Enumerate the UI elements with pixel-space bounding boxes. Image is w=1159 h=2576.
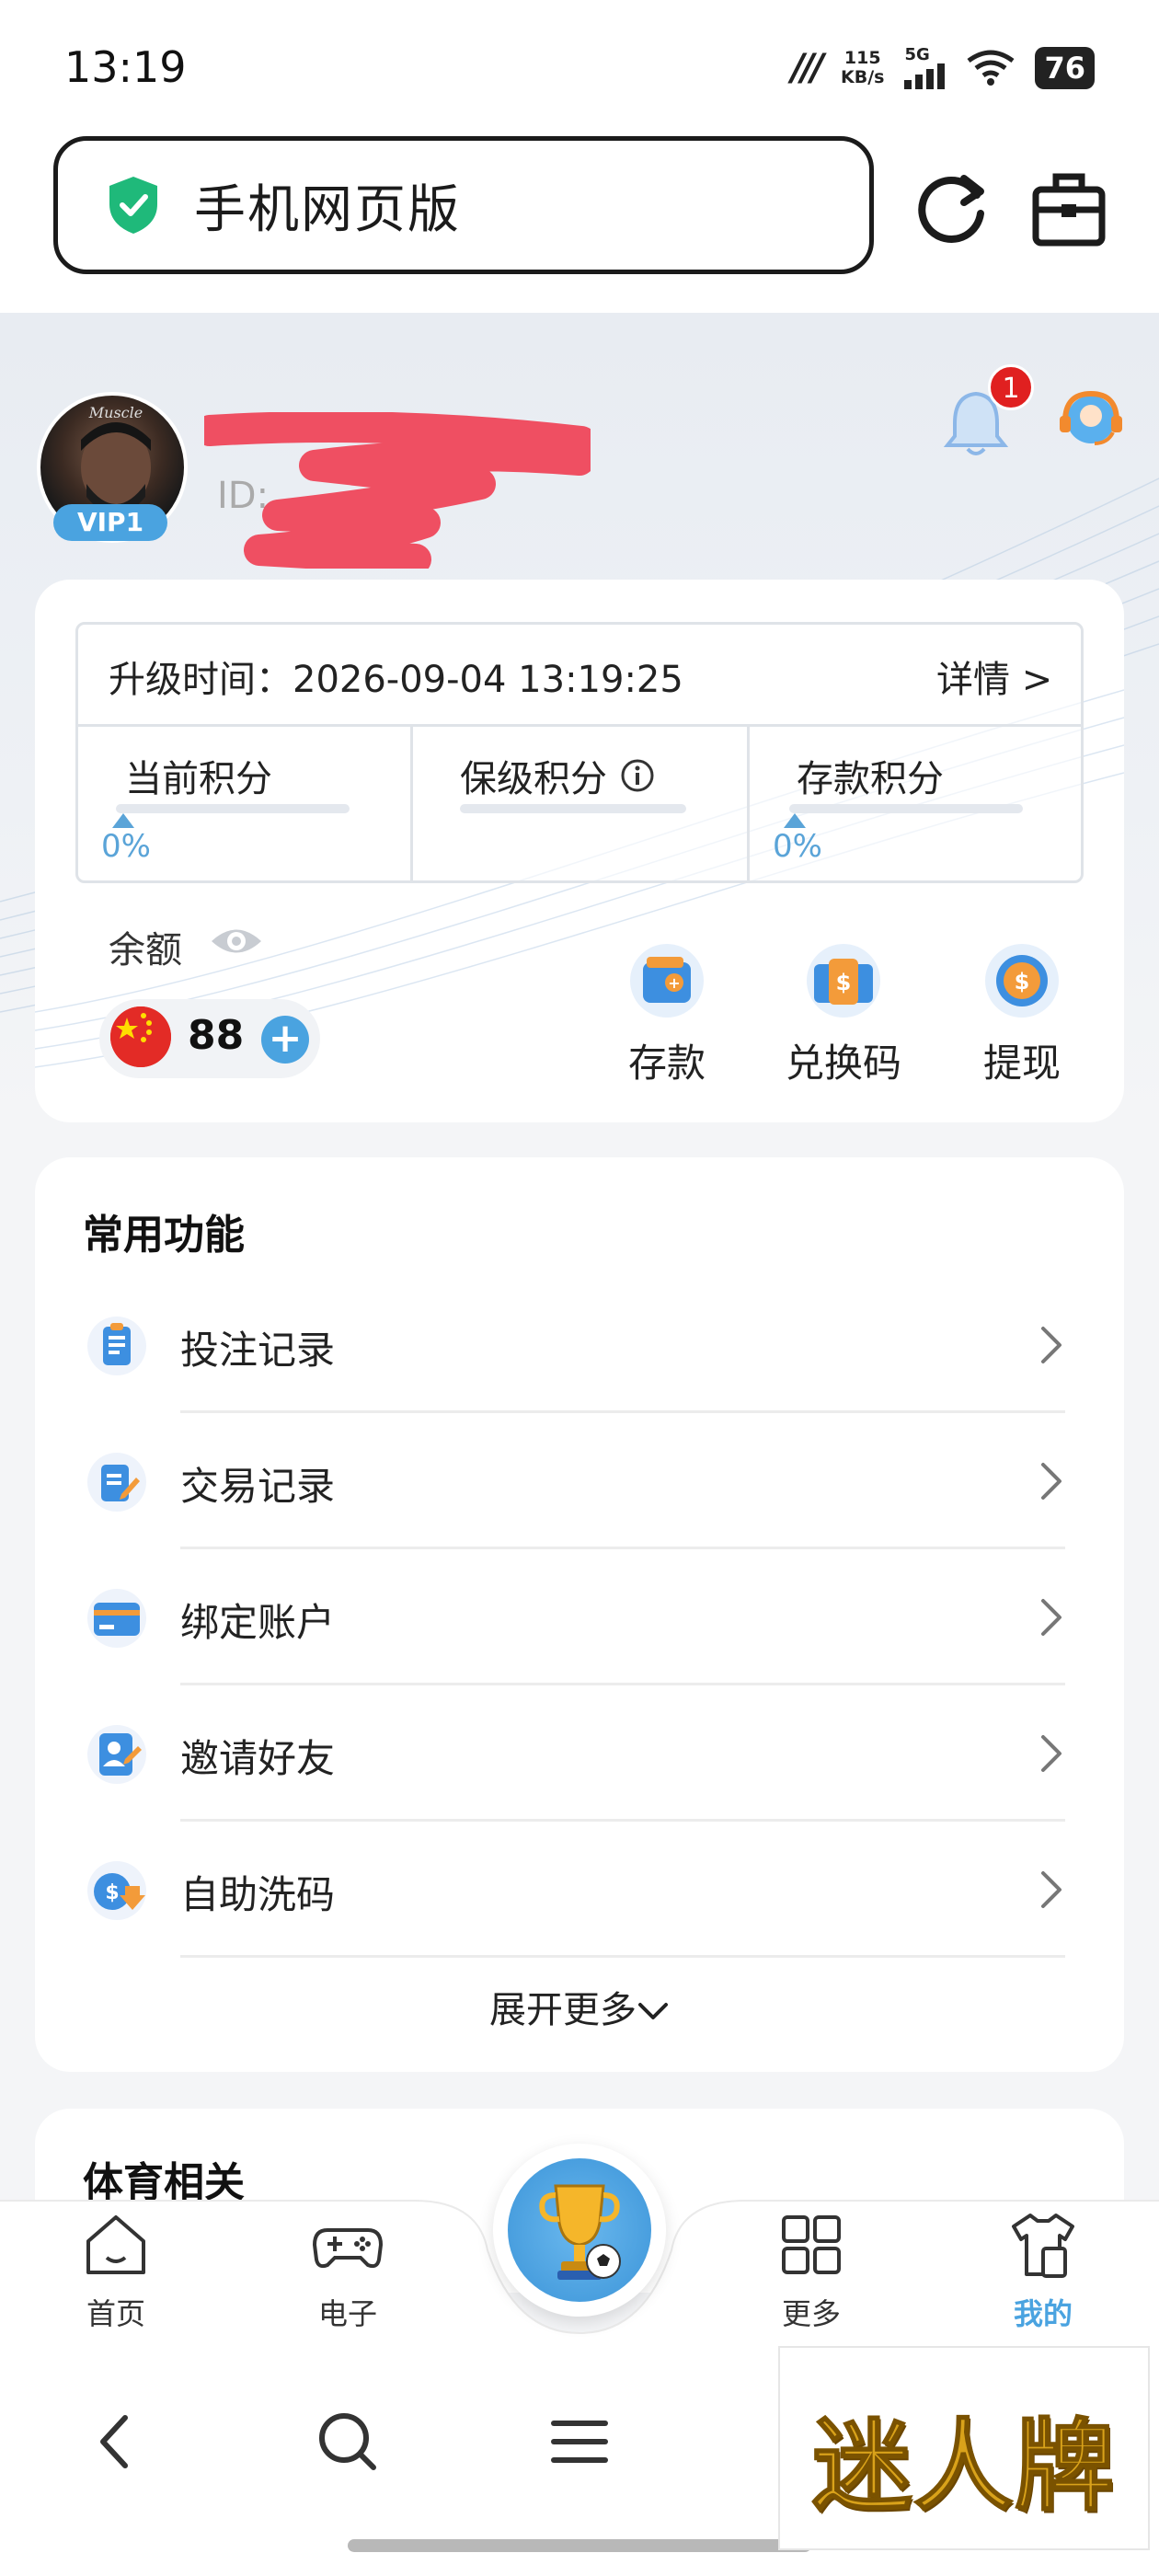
chevron-right-icon [1041,1599,1061,1636]
current-points-bar [116,804,350,813]
trophy-icon [539,2184,621,2280]
back-icon[interactable] [79,2405,153,2478]
svg-text:Muscle: Muscle [88,404,143,421]
tab-electronic[interactable]: 电子 [283,2208,412,2333]
withdraw-button[interactable]: $ 提现 [962,942,1082,1088]
chevron-right-icon [1041,1327,1061,1363]
list-item-self-rebate[interactable]: $ 自助洗码 [35,1822,1124,1958]
redeem-code-label: 兑换码 [785,1041,901,1086]
notification-count-badge: 1 [988,364,1034,410]
toolbox-icon[interactable] [1030,169,1107,248]
deposit-button[interactable]: + 存款 [607,942,727,1088]
customer-service-icon[interactable] [1056,385,1126,454]
status-icons: /// 115 KB/s 5G 76 [791,42,1095,94]
china-flag-icon [110,1006,171,1067]
center-button-inner [508,2158,651,2302]
list-item-bind-account[interactable]: 绑定账户 [35,1549,1124,1685]
list-item-label: 邀请好友 [180,1736,336,1781]
details-link[interactable]: 详情 > [936,650,1052,703]
keep-points-bar [460,804,686,813]
home-indicator[interactable] [348,2539,811,2552]
list-item-label: 交易记录 [180,1464,336,1509]
deposit-points-bar [789,804,1023,813]
battery-icon: 76 [1035,47,1095,89]
wifi-icon [967,50,1015,86]
transaction-records-icon [87,1453,146,1512]
list-item-transaction-records[interactable]: 交易记录 [35,1413,1124,1549]
keep-points-title: 保级积分 [460,749,655,802]
tab-electronic-label: 电子 [317,2296,377,2331]
section-title: 常用功能 [83,1212,245,1259]
svg-text:$: $ [1015,969,1030,995]
tab-home[interactable]: 首页 [52,2208,180,2333]
keep-points-cell: 保级积分 [412,727,748,883]
withdraw-coin-icon: $ [985,944,1059,1018]
current-points-label: 当前积分 [125,758,272,800]
tab-home-label: 首页 [86,2296,145,2331]
grid-icon [782,2215,841,2274]
svg-text:$: $ [836,970,852,995]
expand-more-button[interactable]: 展开更多 [0,1980,1159,2033]
list-item-invite-friends[interactable]: 邀请好友 [35,1685,1124,1822]
redeem-code-icon: $ [807,944,880,1018]
redaction-scribble [204,412,591,569]
signal-icon: 5G [904,47,947,89]
tab-mine-label: 我的 [1013,2296,1073,2331]
info-icon[interactable] [620,758,655,793]
tab-mine[interactable]: 我的 [979,2208,1107,2333]
deposit-points-label: 存款积分 [797,758,944,800]
list-item-label: 投注记录 [180,1328,336,1373]
tab-more-label: 更多 [781,2296,841,2331]
bet-records-icon [87,1317,146,1375]
withdraw-label: 提现 [982,1041,1061,1086]
search-icon[interactable] [311,2405,384,2478]
expand-more-label: 展开更多 [489,1989,637,2031]
network-speed: 115 KB/s [841,48,885,87]
invite-friends-icon [87,1725,146,1784]
svg-text:$: $ [105,1881,119,1904]
secure-shield-icon [109,177,157,234]
progress-marker [784,813,806,828]
jersey-icon [1012,2214,1074,2278]
balance-label: 余额 [109,929,182,972]
deposit-points-cell: 存款积分 0% [749,727,1084,883]
chevron-right-icon [1041,1735,1061,1772]
current-points-cell: 当前积分 0% [75,727,411,883]
tab-more[interactable]: 更多 [747,2208,876,2333]
status-time: 13:19 [64,42,187,92]
chevron-right-icon [1041,1871,1061,1908]
bank-card-icon [87,1589,146,1648]
nfc-icon: /// [791,47,824,89]
list-item-label: 绑定账户 [180,1600,336,1645]
add-funds-button[interactable]: + [261,1016,309,1064]
self-rebate-icon: $ [87,1861,146,1920]
page-title: 手机网页版 [194,179,461,240]
address-bar[interactable]: 手机网页版 [53,136,874,274]
deposit-points-pct: 0% [773,828,822,865]
list-item-label: 自助洗码 [180,1872,336,1917]
vip-level-badge: VIP1 [53,504,167,541]
home-icon [86,2215,145,2274]
redeem-code-button[interactable]: $ 兑换码 [784,942,903,1088]
balance-value: 88 [188,1012,245,1059]
svg-text:+: + [668,974,680,992]
chevron-down-icon [638,2003,668,2019]
upgrade-time: 升级时间：2026-09-04 13:19:25 [109,659,683,701]
menu-icon[interactable] [543,2405,616,2478]
reload-icon[interactable] [909,167,993,252]
status-bar: 13:19 /// 115 KB/s 5G 76 [0,0,1159,138]
current-points-pct: 0% [101,828,151,865]
watermark-logo: 迷人牌 [811,2408,1116,2525]
gamepad-icon [312,2228,384,2269]
divider [180,1955,1065,1958]
eye-icon[interactable] [208,918,265,964]
keep-points-label: 保级积分 [460,758,607,800]
list-item-bet-records[interactable]: 投注记录 [35,1277,1124,1413]
deposit-wallet-icon: + [630,944,704,1018]
chevron-right-icon [1041,1463,1061,1500]
deposit-label: 存款 [627,1041,706,1086]
progress-marker [112,813,134,828]
